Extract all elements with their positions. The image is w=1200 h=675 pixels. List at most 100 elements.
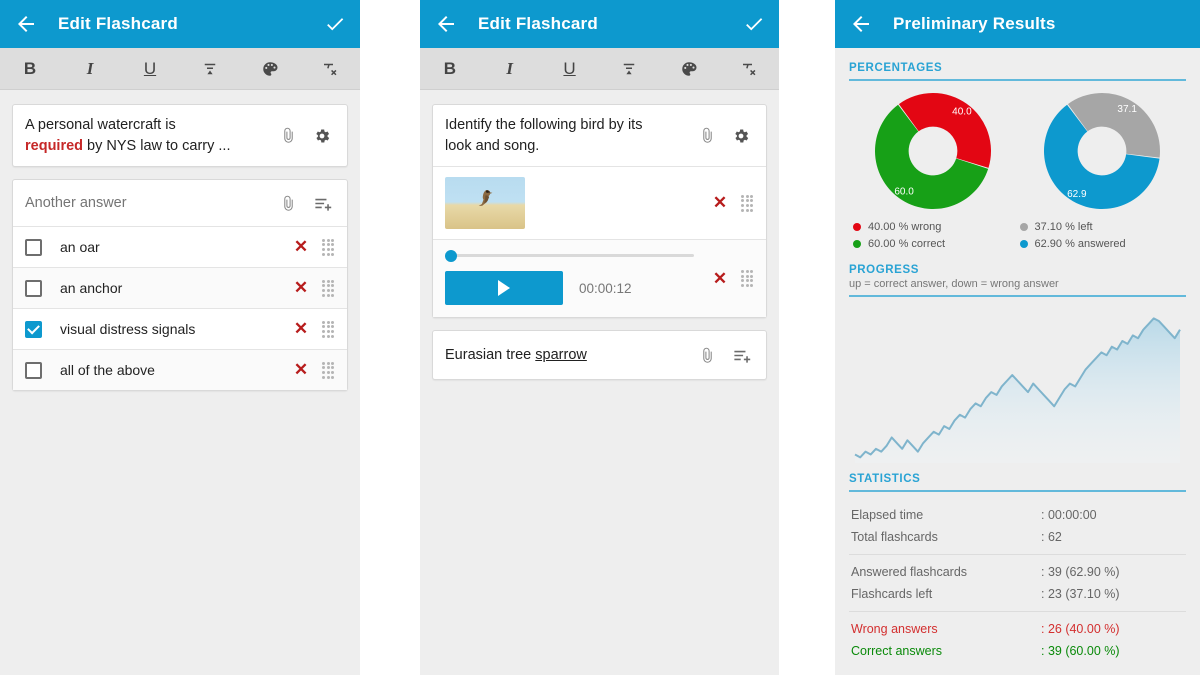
question-text[interactable]: A personal watercraft is required by NYS… [25,115,267,156]
bold-button[interactable]: B [420,48,480,89]
statistics-table: Elapsed time : 00:00:00 Total flashcards… [849,498,1186,668]
answer-row: Eurasian tree sparrow [433,331,766,379]
bird-photo-thumbnail[interactable] [445,177,525,230]
back-arrow-icon[interactable] [434,12,458,36]
phone-panel-preliminary-results: Preliminary Results PERCENTAGES 40.0 60.… [835,0,1200,675]
table-row: Flashcards left : 23 (37.10 %) [849,583,1186,605]
drag-handle-icon[interactable] [740,194,754,212]
stat-key: Elapsed time [851,508,924,522]
play-button[interactable] [445,271,563,306]
remove-x-icon[interactable]: ✕ [289,276,313,300]
page-title: Edit Flashcard [478,14,598,33]
audio-attachment-controls: ✕ [708,267,754,291]
italic-button[interactable]: I [480,48,540,89]
remove-x-icon[interactable]: ✕ [289,235,313,259]
legend-color-swatch [853,223,861,231]
answer-row-0[interactable]: an oar ✕ [13,226,347,268]
answer-row-2[interactable]: visual distress signals ✕ [13,308,347,350]
back-arrow-icon[interactable] [14,12,38,36]
drag-handle-icon[interactable] [740,270,754,288]
question-keyword: required [25,137,84,154]
answer-row-1[interactable]: an anchor ✕ [13,267,347,309]
audio-seek-slider[interactable] [445,249,694,262]
audio-play-line: 00:00:12 [445,271,708,306]
question-row: Identify the following bird by its look … [433,105,766,166]
audio-attachment-row: 00:00:12 ✕ [433,239,766,318]
clear-formatting-icon[interactable] [300,48,360,89]
legend-label: 62.90 % answered [1034,238,1126,250]
underline-button[interactable]: U [120,48,180,89]
text-size-icon[interactable] [180,48,240,89]
gear-icon[interactable] [728,123,754,149]
stat-key: Wrong answers [851,622,938,636]
legend-item-answered: 62.90 % answered [1019,238,1187,250]
paperclip-icon[interactable] [694,342,720,368]
stat-value: : 23 (37.10 %) [1041,587,1120,601]
question-card[interactable]: A personal watercraft is required by NYS… [12,104,348,168]
phone-panel-edit-flashcard-media: Edit Flashcard B I U Identify the follow… [420,0,779,675]
screenshot-stage: Edit Flashcard B I U A personal watercra… [0,0,1200,675]
italic-button[interactable]: I [60,48,120,89]
text-color-palette-icon[interactable] [240,48,300,89]
statistics-group: Elapsed time : 00:00:00 Total flashcards… [849,498,1186,554]
donut-slice-label: 37.1 [1117,104,1137,115]
progress-section-header: PROGRESS up = correct answer, down = wro… [849,264,1186,297]
question-text[interactable]: Identify the following bird by its look … [445,115,686,156]
bold-button[interactable]: B [0,48,60,89]
answer-label: all of the above [60,362,155,379]
underline-button[interactable]: U [540,48,600,89]
add-list-item-icon[interactable] [728,342,754,368]
drag-handle-icon[interactable] [321,320,335,338]
section-title: STATISTICS [849,473,921,485]
question-line2: look and song. [445,137,540,154]
paperclip-icon[interactable] [694,123,720,149]
stat-key: Total flashcards [851,530,938,544]
section-title: PROGRESS [849,264,919,276]
answer-text[interactable]: Eurasian tree sparrow [445,345,686,366]
drag-handle-icon[interactable] [321,361,335,379]
gear-icon[interactable] [309,123,335,149]
app-bar: Edit Flashcard [420,0,779,48]
legend-item-correct: 60.00 % correct [853,238,1020,250]
answer-checkbox[interactable] [25,361,42,379]
page-title: Preliminary Results [893,14,1056,33]
seek-knob[interactable] [445,249,457,262]
back-arrow-icon[interactable] [849,12,873,36]
answer-checkbox[interactable] [25,320,42,338]
legend-color-swatch [1019,223,1028,231]
remove-x-icon[interactable]: ✕ [708,267,732,291]
format-toolbar: B I U [420,48,779,90]
clear-formatting-icon[interactable] [719,48,779,89]
correctness-donut-chart: 40.0 60.0 [865,89,1001,215]
table-row: Correct answers : 39 (60.00 %) [849,640,1186,662]
check-icon[interactable] [743,13,765,35]
paperclip-icon[interactable] [275,123,301,149]
question-card: Identify the following bird by its look … [432,104,767,319]
answer-card[interactable]: Eurasian tree sparrow [432,330,767,381]
add-list-item-icon[interactable] [309,190,335,216]
answer-label: an anchor [60,280,123,297]
remove-x-icon[interactable]: ✕ [289,317,313,341]
remove-x-icon[interactable]: ✕ [289,358,313,382]
stat-key: Flashcards left [851,587,933,601]
progress-chart [849,301,1186,469]
stat-value: : 00:00:00 [1041,508,1097,522]
answer-row-3[interactable]: all of the above ✕ [13,349,347,391]
answer-checkbox[interactable] [25,279,42,297]
drag-handle-icon[interactable] [321,238,335,256]
image-attachment-controls: ✕ [708,191,754,215]
answer-checkbox[interactable] [25,238,42,256]
drag-handle-icon[interactable] [321,279,335,297]
section-divider [849,79,1186,81]
text-size-icon[interactable] [599,48,659,89]
play-icon [498,280,510,297]
page-title: Edit Flashcard [58,14,178,33]
table-row: Answered flashcards : 39 (62.90 %) [849,561,1186,583]
check-icon[interactable] [324,13,346,35]
legend-label: 40.00 % wrong [868,221,942,233]
answer-text-underlined: sparrow [535,346,587,363]
answer-input[interactable] [25,192,267,214]
remove-x-icon[interactable]: ✕ [708,191,732,215]
text-color-palette-icon[interactable] [659,48,719,89]
paperclip-icon[interactable] [275,190,301,216]
